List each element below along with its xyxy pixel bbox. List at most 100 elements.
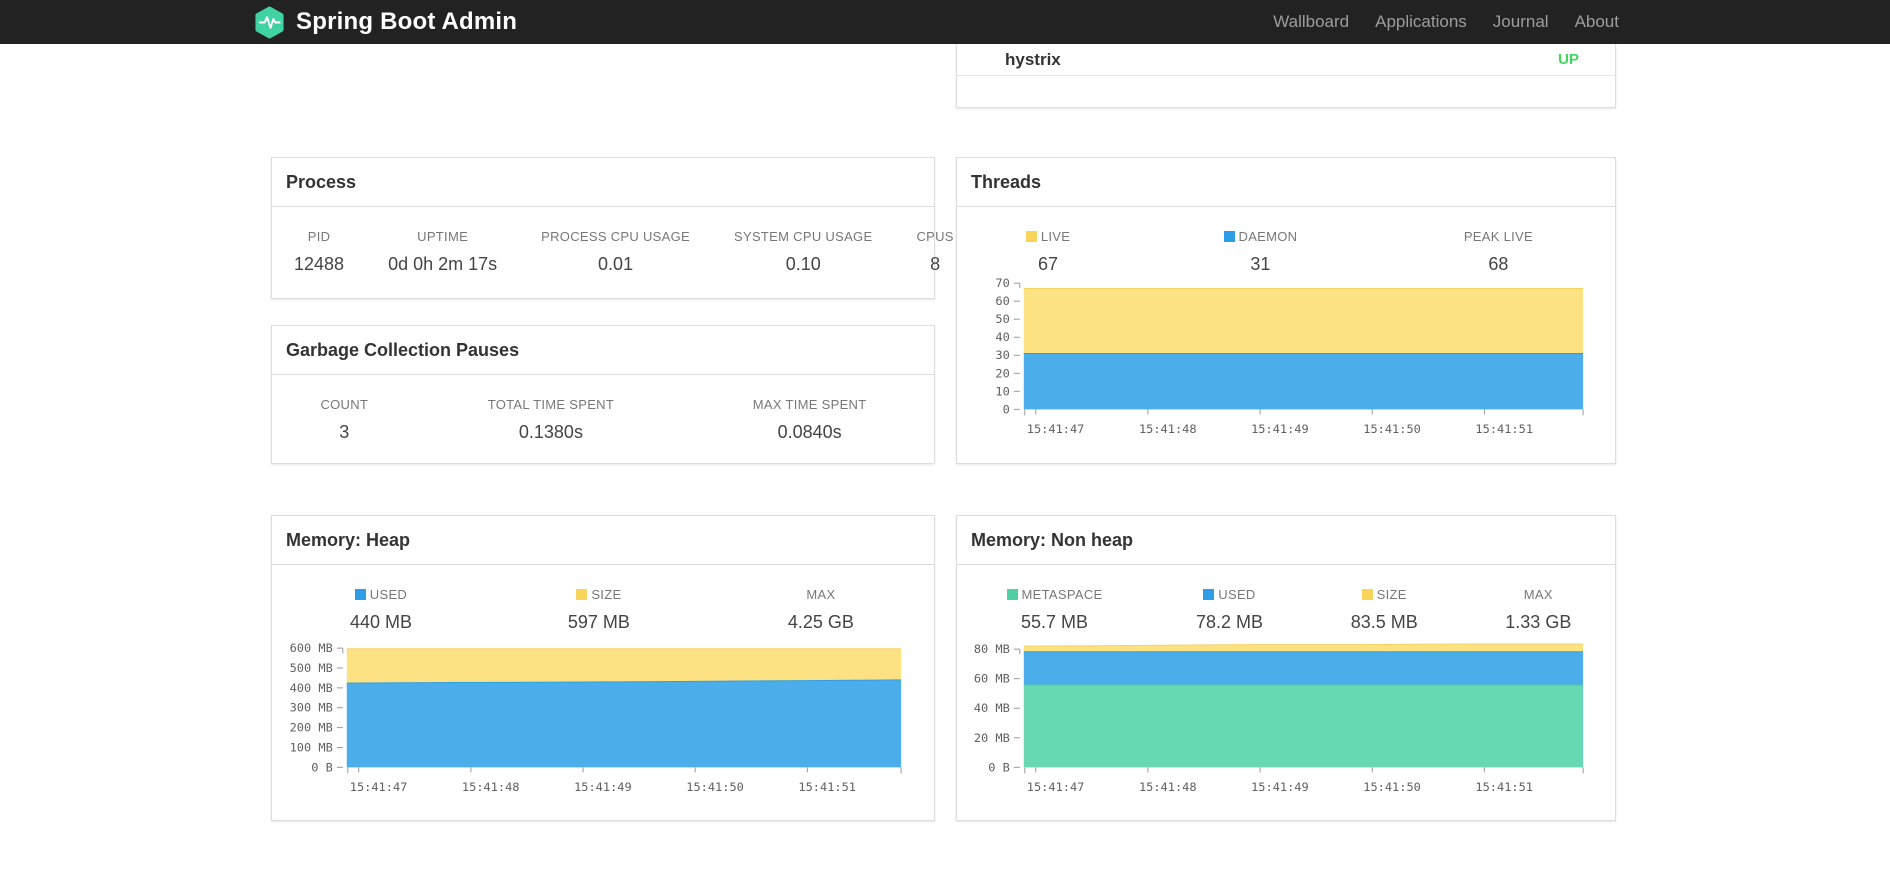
- svg-text:50: 50: [995, 312, 1009, 326]
- svg-text:60 MB: 60 MB: [974, 672, 1010, 686]
- stats-table: LIVE DAEMON PEAK LIVE 67 31 68: [957, 225, 1615, 279]
- stats-table: PID UPTIME PROCESS CPU USAGE SYSTEM CPU USA…: [272, 225, 976, 279]
- svg-text:15:41:50: 15:41:50: [1363, 422, 1421, 436]
- svg-text:0: 0: [1003, 402, 1010, 416]
- brand-title: Spring Boot Admin: [296, 8, 518, 35]
- legend-swatch-icon: [1006, 589, 1018, 600]
- page: Spring Boot Admin Wallboard Applications J…: [0, 0, 1890, 892]
- svg-text:40 MB: 40 MB: [974, 701, 1010, 715]
- nav-item-about[interactable]: About: [1575, 12, 1619, 32]
- svg-text:0 B: 0 B: [988, 760, 1010, 774]
- svg-text:300 MB: 300 MB: [290, 701, 333, 715]
- brand[interactable]: Spring Boot Admin: [253, 0, 517, 44]
- card-memory-nonheap: Memory: Non heap METASPACE USED SIZE MAX 55.…: [956, 515, 1616, 821]
- stat-label: PEAK LIVE: [1463, 229, 1533, 244]
- card-process: Process PID UPTIME PROCESS CPU USAGE SYSTEM…: [271, 157, 953, 299]
- svg-text:15:41:48: 15:41:48: [1139, 422, 1197, 436]
- heap-legend: USED SIZE MAX 440 MB 597 MB 4.25 GB: [272, 583, 934, 637]
- stat-label: SIZE: [1307, 583, 1462, 608]
- card-threads: Threads LIVE DAEMON PEAK LIVE 67 31 68 0 10 20 3…: [956, 157, 1616, 464]
- legend-swatch-icon: [1203, 589, 1215, 600]
- stat-value: 0.0840s: [777, 422, 842, 442]
- stat-label: MAX TIME SPENT: [752, 397, 867, 412]
- card-service-status: hystrix UP: [956, 44, 1616, 108]
- svg-text:15:41:51: 15:41:51: [1475, 422, 1533, 436]
- stat-label: COUNT: [320, 397, 369, 412]
- card-garbage-collection: Garbage Collection Pauses COUNT TOTAL TIM…: [271, 325, 935, 464]
- card-title: Threads: [957, 158, 1615, 207]
- stat-label: MAX: [806, 587, 836, 602]
- stat-label: USED: [272, 583, 490, 608]
- nav-item-journal[interactable]: Journal: [1493, 12, 1549, 32]
- stat-value: 83.5 MB: [1350, 612, 1418, 632]
- stat-label: MAX: [1523, 587, 1553, 602]
- svg-text:15:41:48: 15:41:48: [462, 780, 520, 794]
- nav-item-wallboard[interactable]: Wallboard: [1273, 12, 1349, 32]
- stat-value: 12488: [294, 254, 345, 274]
- navbar-menu: Wallboard Applications Journal About: [1273, 0, 1619, 44]
- stat-label: UPTIME: [417, 229, 469, 244]
- nonheap-legend: METASPACE USED SIZE MAX 55.7 MB 78.2 MB 83.5 M…: [957, 583, 1615, 637]
- stat-label: SYSTEM CPU USAGE: [734, 229, 873, 244]
- stat-value: 0d 0h 2m 17s: [388, 254, 498, 274]
- legend-swatch-icon: [1223, 231, 1235, 242]
- service-name: hystrix: [1005, 49, 1061, 69]
- threads-legend: LIVE DAEMON PEAK LIVE 67 31 68: [957, 225, 1615, 279]
- svg-text:20: 20: [995, 366, 1009, 380]
- svg-text:100 MB: 100 MB: [290, 740, 333, 754]
- status-badge: UP: [1558, 51, 1579, 68]
- card-title: Process: [272, 158, 934, 207]
- stat-value: 597 MB: [567, 612, 630, 632]
- svg-text:10: 10: [995, 384, 1009, 398]
- svg-text:15:41:50: 15:41:50: [686, 780, 744, 794]
- stat-value: 55.7 MB: [1021, 612, 1089, 632]
- gc-stats: COUNT TOTAL TIME SPENT MAX TIME SPENT 3 0.13…: [272, 393, 934, 447]
- stat-label: LIVE: [957, 225, 1139, 250]
- spring-boot-admin-logo-icon: [253, 5, 286, 39]
- svg-text:15:41:51: 15:41:51: [1475, 780, 1533, 794]
- svg-text:20 MB: 20 MB: [974, 731, 1010, 745]
- stat-value: 3: [339, 422, 350, 442]
- stat-label: USED: [1152, 583, 1307, 608]
- stat-label: METASPACE: [957, 583, 1152, 608]
- svg-text:15:41:47: 15:41:47: [1027, 422, 1085, 436]
- svg-text:15:41:47: 15:41:47: [350, 780, 408, 794]
- svg-text:15:41:47: 15:41:47: [1027, 780, 1085, 794]
- stat-value: 78.2 MB: [1195, 612, 1263, 632]
- stat-value: 68: [1488, 254, 1509, 274]
- legend-swatch-icon: [576, 589, 588, 600]
- svg-text:200 MB: 200 MB: [290, 721, 333, 735]
- svg-text:15:41:49: 15:41:49: [574, 780, 632, 794]
- stat-value: 440 MB: [349, 612, 412, 632]
- card-title: Memory: Non heap: [957, 516, 1615, 565]
- stat-value: 1.33 GB: [1505, 612, 1572, 632]
- stat-label: PID: [307, 229, 331, 244]
- legend-swatch-icon: [354, 589, 366, 600]
- stat-value: 0.10: [785, 254, 821, 274]
- svg-text:15:41:49: 15:41:49: [1251, 780, 1309, 794]
- stats-table: COUNT TOTAL TIME SPENT MAX TIME SPENT 3 0.13…: [272, 393, 934, 447]
- svg-text:80 MB: 80 MB: [974, 642, 1010, 656]
- svg-text:0 B: 0 B: [311, 760, 333, 774]
- stat-value: 31: [1250, 254, 1271, 274]
- stats-table: USED SIZE MAX 440 MB 597 MB 4.25 GB: [272, 583, 934, 637]
- service-row-hystrix: hystrix UP: [957, 44, 1615, 76]
- card-title: Garbage Collection Pauses: [272, 326, 934, 375]
- stat-label: TOTAL TIME SPENT: [487, 397, 615, 412]
- svg-text:400 MB: 400 MB: [290, 681, 333, 695]
- stats-table: METASPACE USED SIZE MAX 55.7 MB 78.2 MB 83.5 M…: [957, 583, 1615, 637]
- svg-text:60: 60: [995, 294, 1009, 308]
- svg-text:600 MB: 600 MB: [290, 641, 333, 655]
- navbar: Spring Boot Admin Wallboard Applications J…: [0, 0, 1890, 44]
- svg-text:500 MB: 500 MB: [290, 661, 333, 675]
- svg-text:30: 30: [995, 348, 1009, 362]
- process-stats: PID UPTIME PROCESS CPU USAGE SYSTEM CPU USA…: [272, 225, 953, 279]
- card-memory-heap: Memory: Heap USED SIZE MAX 440 MB 597 MB 4.25…: [271, 515, 935, 821]
- svg-text:15:41:48: 15:41:48: [1139, 780, 1197, 794]
- stat-label: SIZE: [490, 583, 708, 608]
- stat-value: 4.25 GB: [787, 612, 854, 632]
- stat-value: 0.1380s: [518, 422, 583, 442]
- svg-text:15:41:49: 15:41:49: [1251, 422, 1309, 436]
- nav-item-applications[interactable]: Applications: [1375, 12, 1467, 32]
- legend-swatch-icon: [1361, 589, 1373, 600]
